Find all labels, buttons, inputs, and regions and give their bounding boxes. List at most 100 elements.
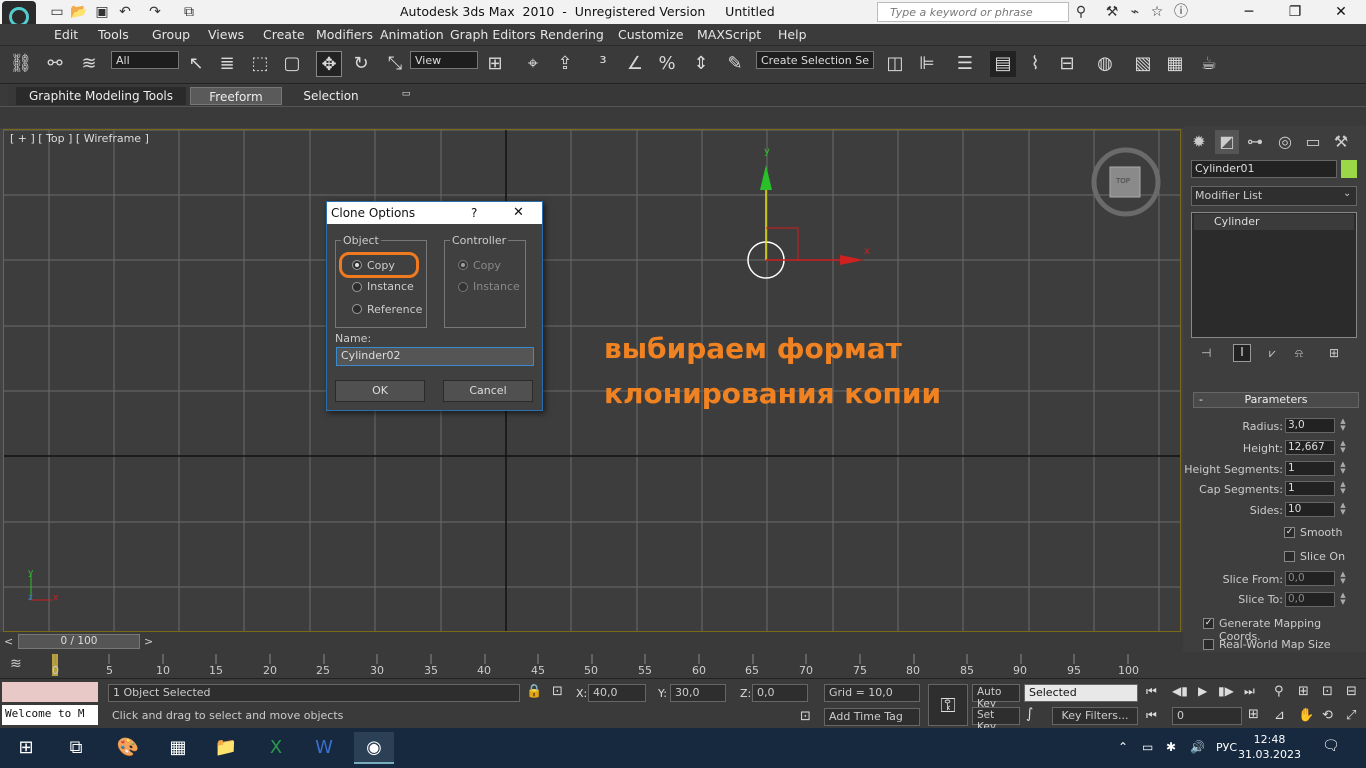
time-tag-icon[interactable]: ⊡ [800, 709, 811, 724]
search-input[interactable]: Type a keyword or phrase [877, 2, 1069, 22]
tray-chevron-icon[interactable]: ⌃ [1118, 740, 1128, 754]
sides-spinner[interactable]: ▲ ▼ [1339, 502, 1347, 517]
menu-edit[interactable]: Edit [54, 27, 78, 42]
tab-selection[interactable]: Selection [286, 87, 376, 105]
menu-maxscript[interactable]: MAXScript [697, 27, 761, 42]
maximize-viewport-icon[interactable]: ⤢ [1346, 708, 1356, 723]
viewport-label[interactable]: [ + ] [ Top ] [ Wireframe ] [10, 132, 149, 145]
slice-on-checkbox[interactable] [1284, 551, 1295, 562]
cancel-button[interactable]: Cancel [443, 380, 533, 402]
key-mode-toggle-icon[interactable]: ⏮ [1146, 708, 1157, 723]
minimize-button[interactable]: ─ [1226, 0, 1272, 24]
remove-modifier-icon[interactable]: ⍾ [1295, 346, 1303, 361]
subscription-icon[interactable]: ⚒ [1103, 3, 1121, 21]
network-icon[interactable]: ✱ [1166, 740, 1176, 754]
window-crossing-icon[interactable]: ▢ [279, 51, 305, 77]
current-frame-input[interactable]: 0 [1172, 707, 1242, 725]
motion-panel-icon[interactable]: ◎ [1273, 130, 1297, 154]
ok-button[interactable]: OK [335, 380, 425, 402]
manipulate-icon[interactable]: ⌖ [520, 51, 546, 77]
select-by-name-icon[interactable]: ≣ [214, 51, 240, 77]
radius-input[interactable]: 3,0 [1285, 418, 1335, 433]
zoom-icon[interactable]: ⚲ [1274, 684, 1284, 699]
select-object-icon[interactable]: ↖ [183, 51, 209, 77]
object-color-swatch[interactable] [1341, 160, 1357, 178]
open-file-icon[interactable]: 📂 [70, 3, 88, 21]
select-and-move-icon[interactable]: ✥ [316, 51, 342, 77]
unlink-icon[interactable]: ⚯ [42, 51, 68, 77]
smooth-checkbox[interactable]: ✓ [1284, 527, 1295, 538]
zoom-all-icon[interactable]: ⊞ [1298, 684, 1309, 699]
select-and-scale-icon[interactable]: ⤡ [382, 51, 408, 77]
viewport-top[interactable]: [ + ] [ Top ] [ Wireframe ] y x TOP y z … [3, 129, 1181, 632]
windows-start-icon[interactable]: ⊞ [6, 732, 46, 764]
real-world-checkbox[interactable] [1203, 639, 1214, 650]
file-explorer-icon[interactable]: 📁 [206, 732, 246, 764]
controller-copy-radio[interactable] [458, 260, 468, 270]
time-config-icon[interactable]: ⊞ [1248, 707, 1259, 722]
object-instance-radio[interactable] [352, 282, 362, 292]
parameters-rollout[interactable]: - Parameters [1193, 392, 1359, 408]
selection-filter-select[interactable]: All [111, 51, 179, 69]
keyboard-shortcut-icon[interactable]: ⇪ [552, 51, 578, 77]
x-coord-input[interactable]: 40,0 [588, 684, 646, 702]
controller-instance-label[interactable]: Instance [473, 280, 520, 293]
object-reference-radio[interactable] [352, 304, 362, 314]
gen-mapping-checkbox[interactable]: ✓ [1203, 618, 1214, 629]
maxscript-listener-mini[interactable] [2, 682, 98, 702]
favorites-star-icon[interactable]: ☆ [1148, 3, 1166, 21]
menu-animation[interactable]: Animation [380, 27, 444, 42]
set-key-button[interactable]: Set Key [972, 707, 1020, 733]
battery-icon[interactable]: ▭ [1142, 740, 1153, 754]
binoculars-icon[interactable]: ⚲ [1072, 3, 1090, 21]
absolute-mode-icon[interactable]: ⊡ [552, 684, 563, 699]
hierarchy-panel-icon[interactable]: ⊶ [1243, 130, 1267, 154]
time-prev-icon[interactable]: < [4, 635, 13, 648]
bind-space-warp-icon[interactable]: ≋ [76, 51, 102, 77]
modifier-stack[interactable]: Cylinder [1191, 212, 1357, 338]
stack-item-cylinder[interactable]: Cylinder [1194, 214, 1354, 230]
word-app-icon[interactable]: W [304, 732, 344, 764]
menu-graph-editors[interactable]: Graph Editors [450, 27, 536, 42]
orbit-icon[interactable]: ⟲ [1322, 708, 1333, 723]
material-editor-icon[interactable]: ◍ [1092, 51, 1118, 77]
select-and-link-icon[interactable]: ⛓ [8, 51, 34, 77]
slice-to-spinner[interactable]: ▲ ▼ [1339, 592, 1347, 607]
align-icon[interactable]: ⊫ [914, 51, 940, 77]
next-frame-icon[interactable]: ▮▶ [1218, 684, 1234, 698]
play-icon[interactable]: ▶ [1198, 684, 1207, 698]
cap-segments-input[interactable]: 1 [1285, 481, 1335, 496]
ribbon-options-icon[interactable]: ▭ [398, 87, 414, 105]
controller-instance-radio[interactable] [458, 282, 468, 292]
sides-input[interactable]: 10 [1285, 502, 1335, 517]
rendered-frame-icon[interactable]: ▦ [1162, 51, 1188, 77]
smooth-label[interactable]: Smooth [1300, 526, 1342, 539]
go-to-start-icon[interactable]: ⏮ [1146, 684, 1157, 699]
3dsmax-app-icon[interactable]: ◉ [354, 732, 394, 764]
slice-from-input[interactable]: 0,0 [1285, 571, 1335, 586]
height-segments-spinner[interactable]: ▲ ▼ [1339, 461, 1347, 476]
menu-customize[interactable]: Customize [618, 27, 684, 42]
height-spinner[interactable]: ▲ ▼ [1339, 440, 1347, 455]
time-slider[interactable] [0, 632, 1183, 652]
project-folder-icon[interactable]: ⧉ [180, 3, 198, 21]
time-slider-thumb[interactable]: 0 / 100 [18, 634, 140, 649]
previous-frame-icon[interactable]: ◀▮ [1172, 684, 1188, 698]
make-unique-icon[interactable]: ⩗ [1269, 346, 1276, 361]
modifier-list-select[interactable]: Modifier List [1191, 186, 1357, 206]
dialog-help-button[interactable]: ? [471, 206, 477, 220]
controller-copy-label[interactable]: Copy [473, 259, 501, 272]
z-coord-input[interactable]: 0,0 [752, 684, 808, 702]
track-bar[interactable]: ≋ [0, 652, 1366, 678]
snaps-toggle-icon[interactable]: ³ [590, 51, 616, 77]
calculator-app-icon[interactable]: ▦ [158, 732, 198, 764]
language-indicator[interactable]: РУС [1216, 741, 1237, 754]
modify-panel-icon[interactable]: ◩ [1215, 130, 1239, 154]
redo-icon[interactable]: ↷ [146, 3, 164, 21]
paint-app-icon[interactable]: 🎨 [108, 732, 148, 764]
communication-icon[interactable]: ⌁ [1126, 3, 1144, 21]
undo-icon[interactable]: ↶ [116, 3, 134, 21]
task-view-icon[interactable]: ⧉ [56, 732, 96, 764]
slice-from-spinner[interactable]: ▲ ▼ [1339, 571, 1347, 586]
show-end-result-icon[interactable]: Ⅰ [1233, 344, 1251, 362]
